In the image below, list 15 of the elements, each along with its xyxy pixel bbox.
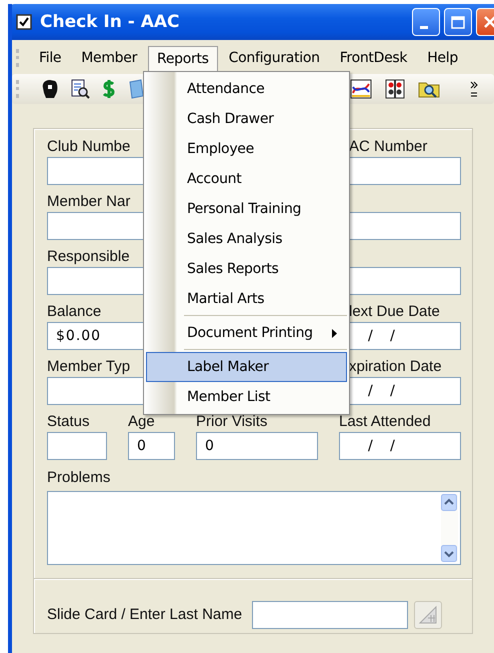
field-label: Age <box>128 412 155 432</box>
field-label: Status <box>47 412 90 432</box>
field-label: Responsible <box>47 247 130 267</box>
field-label: Slide Card / Enter Last Name <box>47 605 242 625</box>
field-label: xpiration Date <box>349 357 442 377</box>
field-label: Last Attended <box>339 412 431 432</box>
field-label: AC Number <box>349 137 428 157</box>
field-label: Member Typ <box>47 357 130 377</box>
field-label: lext Due Date <box>349 302 440 322</box>
field-label: Prior Visits <box>196 412 268 432</box>
field-label: Club Numbe <box>47 137 130 157</box>
field-label: Problems <box>47 468 110 488</box>
field-label: Member Nar <box>47 192 130 212</box>
window-title: Check In - AAC <box>40 12 180 32</box>
field-label: Balance <box>47 302 102 322</box>
